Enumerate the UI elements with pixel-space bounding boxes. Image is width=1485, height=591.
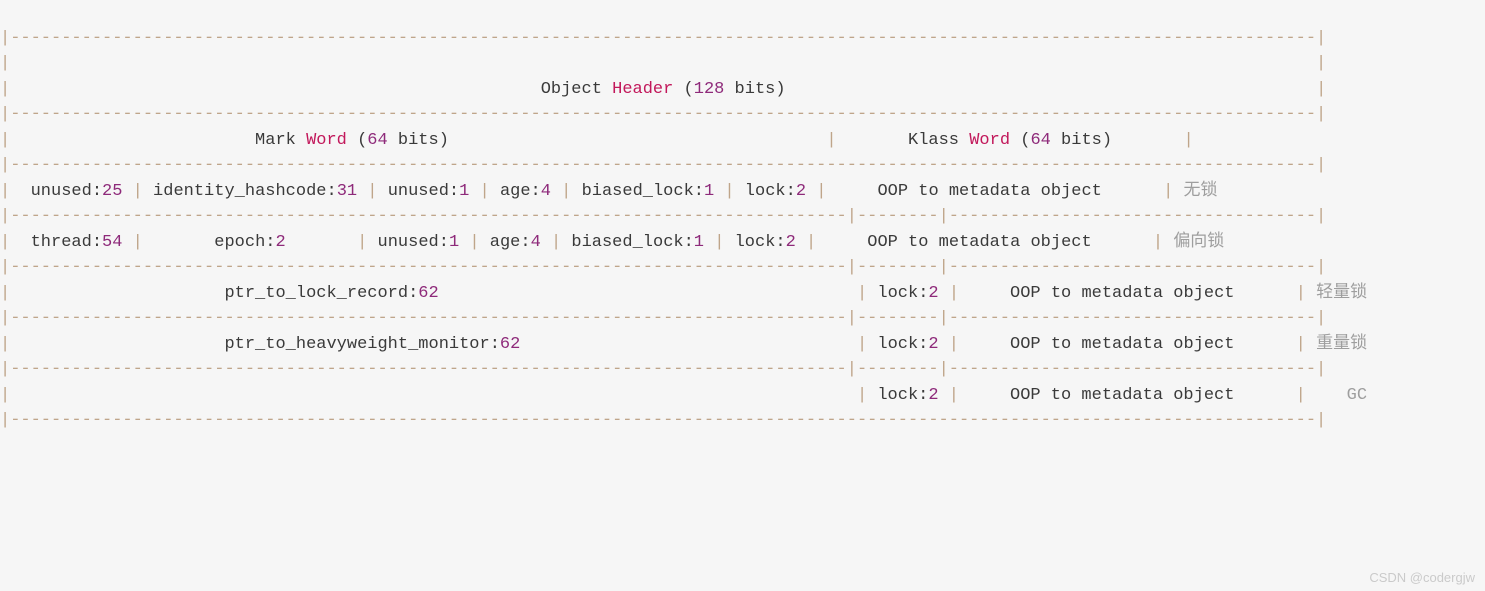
klass-word-pre: Klass — [908, 131, 969, 150]
mark-word-bits: 64 — [367, 131, 387, 150]
header-bits: 128 — [694, 80, 725, 99]
r5-klass: OOP to metadata object — [1010, 386, 1234, 405]
mark-word-post: bits) — [388, 131, 449, 150]
r1-c1-label: unused: — [31, 182, 102, 201]
mark-word-pre: Mark — [255, 131, 306, 150]
klass-word-bits: 64 — [1030, 131, 1050, 150]
header-title-kw: Header — [612, 80, 673, 99]
r2-c6-label: lock: — [735, 233, 786, 252]
r1-c1-val: 25 — [102, 182, 122, 201]
r3-comment: 轻量锁 — [1316, 284, 1367, 303]
klass-word-kw: Word — [969, 131, 1010, 150]
r3-c6-val: 2 — [928, 284, 938, 303]
r3-c1-label: ptr_to_lock_record: — [224, 284, 418, 303]
r2-klass: OOP to metadata object — [867, 233, 1091, 252]
header-title-pre: Object — [541, 80, 612, 99]
r2-c1-val: 54 — [102, 233, 122, 252]
r5-c6-val: 2 — [928, 386, 938, 405]
r4-c1-label: ptr_to_heavyweight_monitor: — [224, 335, 499, 354]
mark-word-paren: ( — [347, 131, 367, 150]
r3-c1-val: 62 — [418, 284, 438, 303]
mark-word-kw: Word — [306, 131, 347, 150]
klass-word-paren: ( — [1010, 131, 1030, 150]
r4-c1-val: 62 — [500, 335, 520, 354]
r2-c4-val: 4 — [531, 233, 541, 252]
ascii-table: |---------------------------------------… — [0, 26, 1485, 434]
r1-c5-label: biased_lock: — [582, 182, 704, 201]
r2-c3-val: 1 — [449, 233, 459, 252]
r1-c3-label: unused: — [388, 182, 459, 201]
r3-c6-label: lock: — [877, 284, 928, 303]
r2-c1-label: thread: — [31, 233, 102, 252]
object-header-diagram: |---------------------------------------… — [0, 0, 1485, 459]
r1-c4-val: 4 — [541, 182, 551, 201]
r4-comment: 重量锁 — [1316, 335, 1367, 354]
r1-c2-val: 31 — [337, 182, 357, 201]
watermark: CSDN @codergjw — [1369, 570, 1475, 585]
r1-c6-label: lock: — [745, 182, 796, 201]
r1-c4-label: age: — [500, 182, 541, 201]
r2-c2-val: 2 — [275, 233, 285, 252]
r1-c5-val: 1 — [704, 182, 714, 201]
r5-comment: GC — [1347, 386, 1367, 405]
r2-c6-val: 2 — [786, 233, 796, 252]
r3-klass: OOP to metadata object — [1010, 284, 1234, 303]
r1-klass: OOP to metadata object — [877, 182, 1101, 201]
r1-comment: 无锁 — [1184, 182, 1218, 201]
r2-comment: 偏向锁 — [1173, 233, 1224, 252]
r5-c6-label: lock: — [877, 386, 928, 405]
klass-word-post: bits) — [1051, 131, 1112, 150]
r2-c5-val: 1 — [694, 233, 704, 252]
r2-c4-label: age: — [490, 233, 531, 252]
r4-c6-label: lock: — [877, 335, 928, 354]
r2-c2-label: epoch: — [214, 233, 275, 252]
r1-c2-label: identity_hashcode: — [153, 182, 337, 201]
header-post: bits) — [724, 80, 785, 99]
r2-c3-label: unused: — [378, 233, 449, 252]
r4-klass: OOP to metadata object — [1010, 335, 1234, 354]
r4-c6-val: 2 — [928, 335, 938, 354]
r1-c6-val: 2 — [796, 182, 806, 201]
r1-c3-val: 1 — [459, 182, 469, 201]
header-paren-open: ( — [673, 80, 693, 99]
r2-c5-label: biased_lock: — [571, 233, 693, 252]
